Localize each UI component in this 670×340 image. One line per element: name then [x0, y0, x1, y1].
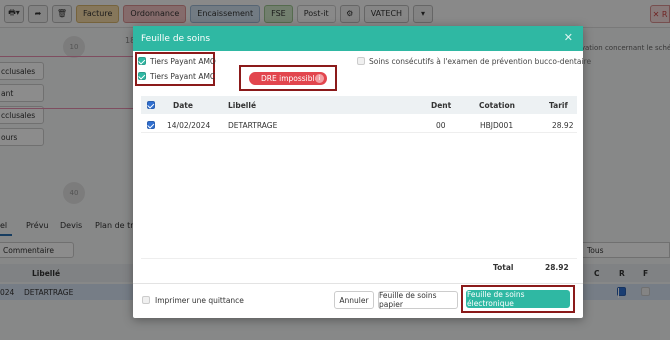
- imprimer-quittance-checkbox[interactable]: [142, 296, 150, 304]
- col-tarif: Tarif: [549, 101, 568, 110]
- imprimer-quittance-label: Imprimer une quittance: [155, 296, 244, 305]
- row-date: 14/02/2024: [167, 121, 211, 130]
- row-cotation: HBJD001: [480, 121, 514, 130]
- total-value: 28.92: [545, 263, 569, 272]
- dre-label: DRE impossible: [261, 74, 320, 83]
- info-icon[interactable]: i: [315, 74, 324, 83]
- table-row[interactable]: 14/02/2024 DETARTRAGE 00 HBJD001 28.92: [141, 117, 577, 133]
- row-dent: 00: [436, 121, 446, 130]
- fse-highlight: Feuille de soins électronique: [461, 285, 575, 313]
- col-libelle: Libellé: [228, 101, 257, 110]
- tiers-amo-label: Tiers Payant AMO: [150, 57, 216, 66]
- row-tarif: 28.92: [552, 121, 574, 130]
- soins-consecutifs-label: Soins consécutifs à l'examen de préventi…: [369, 57, 592, 66]
- dre-highlight: DRE impossible i: [239, 65, 337, 91]
- col-cotation: Cotation: [479, 101, 515, 110]
- tiers-amc-label: Tiers Payant AMC: [150, 72, 216, 81]
- row-checkbox[interactable]: [147, 121, 155, 129]
- total-label: Total: [493, 263, 514, 272]
- total-row: Total 28.92: [141, 258, 577, 276]
- row-libelle: DETARTRAGE: [228, 121, 278, 130]
- col-date: Date: [173, 101, 193, 110]
- select-all-checkbox[interactable]: [147, 101, 155, 109]
- feuille-papier-button[interactable]: Feuille de soins papier: [378, 291, 458, 309]
- annuler-button[interactable]: Annuler: [334, 291, 374, 309]
- dre-status-badge[interactable]: DRE impossible i: [249, 72, 327, 85]
- soins-consecutifs-checkbox[interactable]: [357, 57, 365, 65]
- dialog-title: Feuille de soins: [141, 33, 211, 44]
- close-icon[interactable]: ✕: [564, 32, 573, 44]
- feuille-electronique-button[interactable]: Feuille de soins électronique: [466, 290, 570, 308]
- acts-table-header: Date Libellé Dent Cotation Tarif: [141, 96, 577, 114]
- tiers-amo-checkbox[interactable]: [138, 57, 146, 65]
- dialog-header: Feuille de soins ✕: [133, 26, 583, 51]
- col-dent: Dent: [431, 101, 452, 110]
- feuille-de-soins-dialog: Feuille de soins ✕ Tiers Payant AMO Tier…: [133, 26, 591, 318]
- tiers-amc-checkbox[interactable]: [138, 72, 146, 80]
